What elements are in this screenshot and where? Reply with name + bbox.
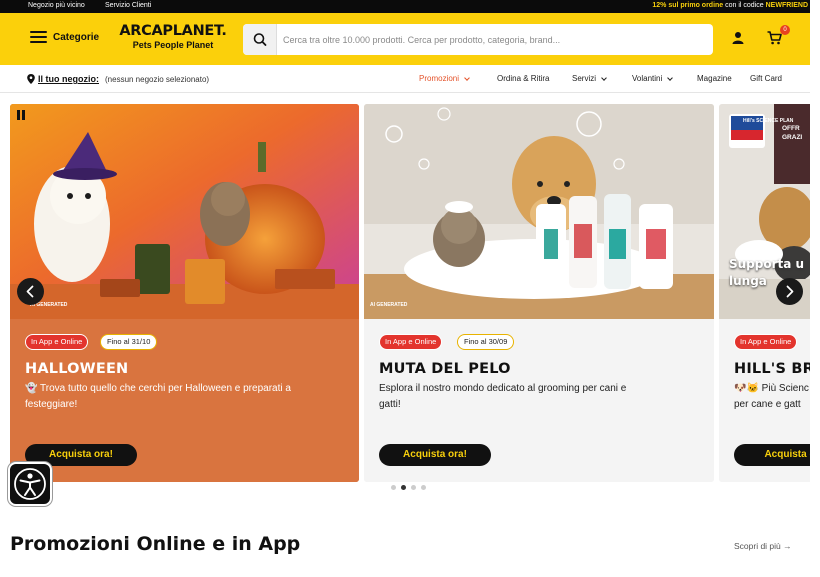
chevron-right-icon	[786, 285, 794, 298]
nav-volantini[interactable]: Volantini	[632, 74, 674, 83]
logo-wordmark: ARCAPLANET.	[119, 23, 227, 39]
categories-label: Categorie	[53, 31, 100, 43]
search-input[interactable]	[283, 30, 703, 49]
card-desc-line1: Esplora il nostro mondo dedicato al groo…	[379, 383, 627, 394]
carousel-dot[interactable]	[411, 485, 416, 490]
nav-gift-card[interactable]: Gift Card	[750, 74, 782, 83]
nav-magazine-label: Magazine	[697, 74, 732, 83]
main-header: Categorie ARCAPLANET. Pets People Planet…	[0, 13, 810, 65]
card-desc-line2: per cane e gatt	[734, 399, 801, 410]
promo-code: NEWFRIEND	[765, 2, 808, 9]
date-badge: Fino al 30/09	[457, 334, 515, 350]
nearest-store-link[interactable]: Negozio più vicino	[28, 2, 85, 9]
channel-badge: In App e Online	[379, 334, 443, 350]
search-bar	[243, 24, 713, 55]
promo-text: con il codice	[723, 2, 766, 9]
store-label: Il tuo negozio:	[38, 74, 99, 84]
discover-more-link[interactable]: Scopri di più →	[734, 541, 792, 551]
card-title: MUTA DEL PELO	[379, 361, 511, 377]
customer-service-link[interactable]: Servizio Clienti	[105, 2, 151, 9]
shop-now-button[interactable]: Acquista o	[734, 444, 810, 466]
hills-corner-text: OFFR GRAZI	[782, 125, 803, 141]
card-title: HILL'S BR	[734, 361, 810, 377]
promo-card-halloween[interactable]: AI GENERATED In App e Online Fino al 31/…	[10, 104, 359, 482]
shop-now-button[interactable]: Acquista ora!	[379, 444, 491, 466]
nav-promozioni[interactable]: Promozioni	[419, 74, 470, 83]
halloween-banner-image	[10, 104, 359, 319]
grooming-banner-image	[364, 104, 714, 319]
carousel-next-button[interactable]	[776, 278, 803, 305]
date-badge: Fino al 31/10	[100, 334, 158, 350]
nav-ordina-label: Ordina & Ritira	[497, 74, 550, 83]
carousel-prev-button[interactable]	[17, 278, 44, 305]
pause-icon	[17, 110, 20, 120]
card-title: HALLOWEEN	[25, 361, 129, 377]
card-desc-line1: 👻 Trova tutto quello che cerchi per Hall…	[25, 383, 291, 394]
search-icon	[253, 33, 267, 46]
cart-count-badge: 0	[780, 25, 790, 35]
chevron-down-icon	[667, 74, 674, 81]
chevron-left-icon	[26, 285, 34, 298]
categories-button[interactable]: Categorie	[30, 31, 99, 43]
user-icon[interactable]	[731, 31, 745, 45]
carousel-dot[interactable]	[421, 485, 426, 490]
nav-servizi[interactable]: Servizi	[572, 74, 607, 83]
arcaplanet-logo[interactable]: ARCAPLANET. Pets People Planet	[118, 24, 228, 51]
carousel-dot[interactable]	[391, 485, 396, 490]
accessibility-button[interactable]	[8, 462, 52, 506]
pause-button[interactable]	[16, 110, 26, 120]
chevron-down-icon	[464, 74, 470, 81]
promo-discount: 12% sul primo ordine	[652, 2, 724, 9]
carousel-dot-active[interactable]	[401, 485, 406, 490]
accessibility-icon	[14, 468, 46, 500]
menu-icon	[30, 31, 47, 43]
logo-tagline: Pets People Planet	[132, 40, 214, 50]
chevron-down-icon	[601, 74, 607, 81]
channel-badge: In App e Online	[25, 334, 89, 350]
secondary-nav: Il tuo negozio: (nessun negozio selezion…	[0, 65, 810, 93]
promo-banner[interactable]: 12% sul primo ordine con il codice NEWFR…	[652, 2, 808, 9]
nav-magazine[interactable]: Magazine	[697, 74, 732, 83]
location-pin-icon	[27, 74, 35, 84]
nav-gift-card-label: Gift Card	[750, 74, 783, 83]
ai-generated-tag: AI GENERATED	[370, 302, 408, 308]
pause-icon-bar	[22, 110, 25, 120]
nav-promozioni-label: Promozioni	[419, 74, 460, 83]
section-title: Promozioni Online e in App	[10, 533, 301, 555]
channel-badge: In App e Online	[734, 334, 798, 350]
nav-volantini-label: Volantini	[632, 74, 663, 83]
card-desc-line2: festeggiare!	[25, 399, 78, 410]
nav-ordina-ritira[interactable]: Ordina & Ritira	[497, 74, 549, 83]
search-button[interactable]	[243, 24, 277, 55]
carousel-dots	[391, 485, 426, 490]
promo-card-muta-del-pelo[interactable]: AI GENERATED In App e Online Fino al 30/…	[364, 104, 714, 482]
store-selector[interactable]: Il tuo negozio: (nessun negozio selezion…	[27, 74, 209, 84]
card-desc-line2: gatti!	[379, 399, 401, 410]
top-bar: Negozio più vicino Servizio Clienti 12% …	[0, 0, 810, 13]
card-desc-line1: 🐶🐱 Più Scienc	[734, 383, 809, 394]
nav-servizi-label: Servizi	[572, 74, 597, 83]
cart-icon[interactable]	[767, 31, 782, 45]
store-value: (nessun negozio selezionato)	[105, 74, 210, 84]
